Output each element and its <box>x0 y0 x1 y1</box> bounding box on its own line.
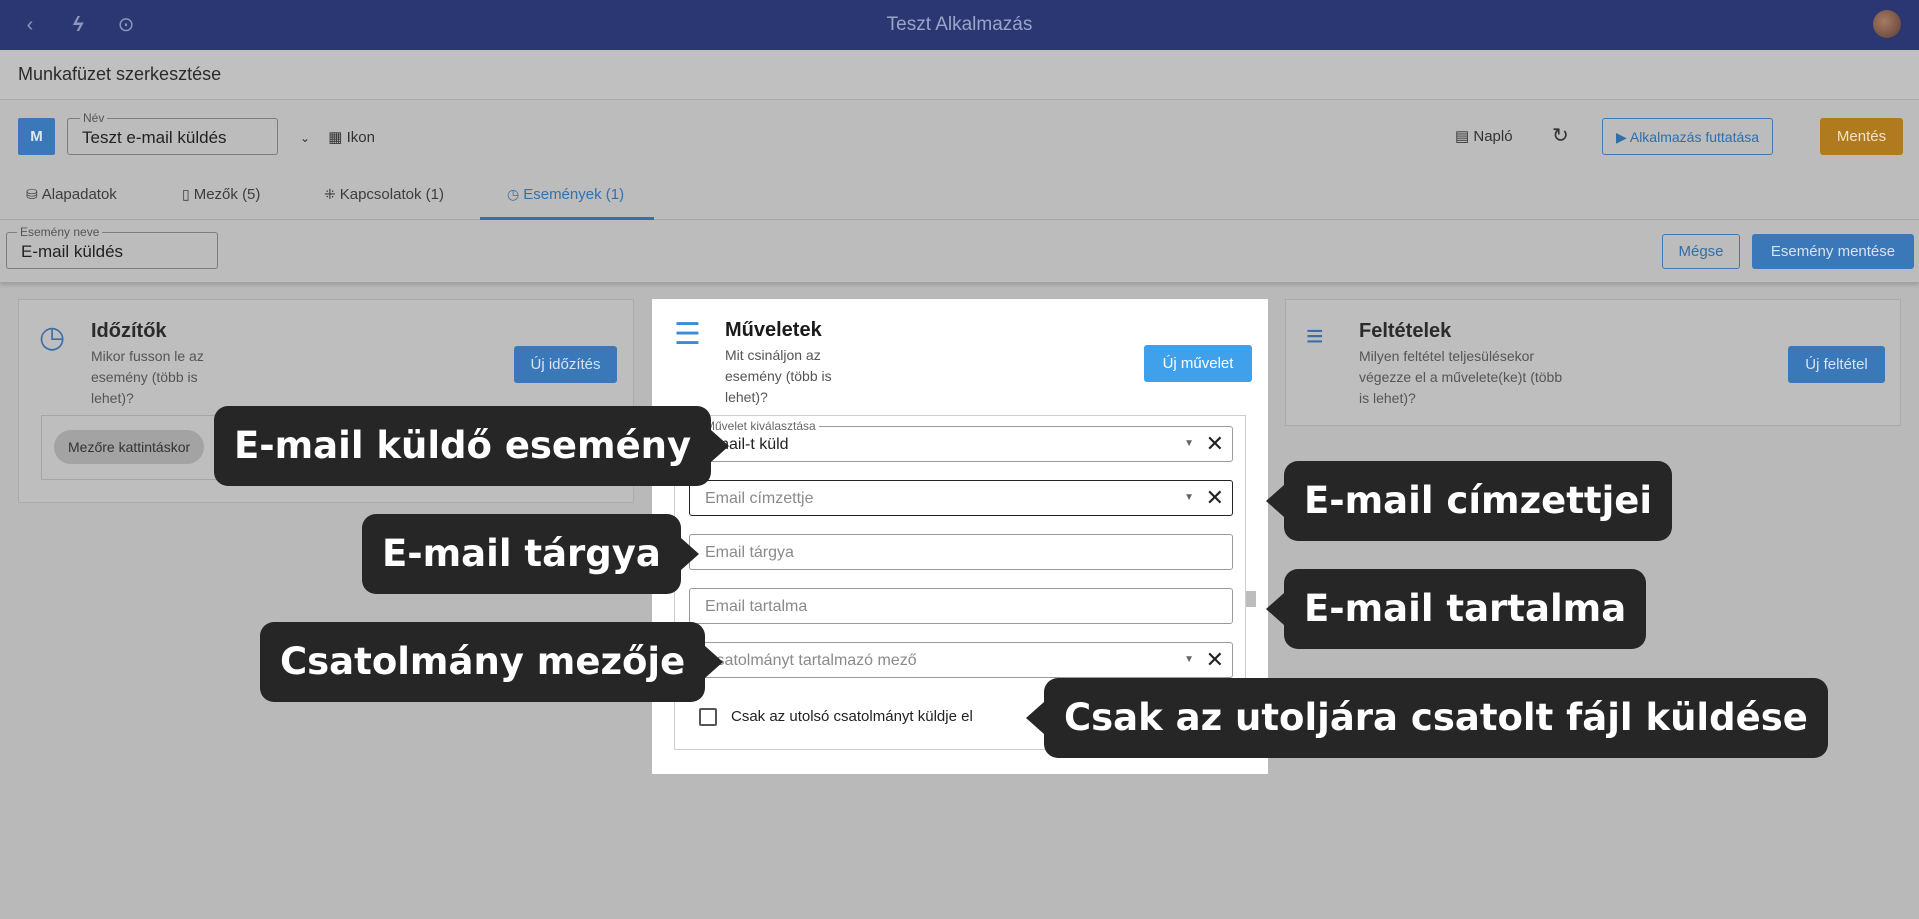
caret-down-icon[interactable]: ▼ <box>1184 438 1194 449</box>
list-icon: ☰ <box>674 318 701 351</box>
top-bar: ‹ ϟ ⊙ Teszt Alkalmazás <box>0 0 1919 50</box>
timer-chip[interactable]: Mezőre kattintáskor <box>54 430 205 464</box>
action-select[interactable]: Művelet kiválasztása Email-t küld ▼ ✕ <box>689 419 1233 462</box>
avatar[interactable] <box>1873 10 1901 38</box>
log-label: Napló <box>1473 128 1513 145</box>
recipient-select[interactable]: Email címzettje ▼ ✕ <box>689 480 1233 516</box>
last-attachment-label: Csak az utolsó csatolmányt küldje el <box>731 708 973 725</box>
tab-basics[interactable]: ⛁ Alapadatok <box>26 186 117 203</box>
subject-placeholder: Email tárgya <box>705 544 794 561</box>
content-input[interactable]: Email tartalma <box>689 588 1233 624</box>
timers-title: Időzítők <box>91 320 167 342</box>
relations-icon: ⁜ <box>324 186 336 202</box>
grid-icon: ▦ <box>328 129 343 146</box>
tab-label: Alapadatok <box>41 186 117 203</box>
icon-selector-label: Ikon <box>346 129 375 146</box>
attachment-select[interactable]: Csatolmányt tartalmazó mező ▼ ✕ <box>689 642 1233 678</box>
event-name-label: Esemény neve <box>17 225 103 239</box>
event-bar: Esemény neve E-mail küldés Mégse Esemény… <box>0 220 1919 282</box>
conditions-panel: ≡ Feltételek Milyen feltétel teljesülése… <box>1285 299 1901 426</box>
run-app-label: Alkalmazás futtatása <box>1629 129 1760 145</box>
filter-check-icon: ≡ <box>1306 320 1324 353</box>
timers-desc: Mikor fusson le az esemény (több is lehe… <box>91 348 204 406</box>
callout-attachment: Csatolmány mezője <box>260 622 724 702</box>
tab-bar: ⛁ Alapadatok ▯ Mezők (5) ⁜ Kapcsolatok (1) … <box>0 172 1919 220</box>
chevron-down-icon[interactable]: ⌄ <box>300 131 310 145</box>
app-badge[interactable]: M <box>18 118 55 155</box>
close-icon[interactable]: ✕ <box>1206 647 1224 673</box>
close-icon[interactable]: ✕ <box>1206 431 1224 457</box>
callout-subject: E-mail tárgya <box>362 514 699 594</box>
events-icon: ◷ <box>507 186 520 202</box>
callout-last-file: Csak az utoljára csatolt fájl küldése <box>1026 678 1828 758</box>
name-field-label: Név <box>80 111 108 125</box>
tab-fields[interactable]: ▯ Mezők (5) <box>182 186 260 203</box>
conditions-title: Feltételek <box>1359 320 1452 342</box>
callout-email-event: E-mail küldő esemény <box>214 406 730 486</box>
tab-events[interactable]: ◷ Események (1) <box>507 186 624 203</box>
name-field-value[interactable]: Teszt e-mail küldés <box>82 128 227 148</box>
recipient-placeholder: Email címzettje <box>705 490 814 507</box>
callout-recipients: E-mail címzettjei <box>1265 461 1673 541</box>
app-title: Teszt Alkalmazás <box>886 14 1033 35</box>
tab-label: Mezők (5) <box>193 186 261 203</box>
subject-input[interactable]: Email tárgya <box>689 534 1233 570</box>
cancel-button[interactable]: Mégse <box>1662 234 1740 269</box>
clock-icon: ◷ <box>39 321 66 354</box>
callout-content: E-mail tartalma <box>1265 569 1647 649</box>
page-title: Munkafüzet szerkesztése <box>18 64 222 84</box>
conditions-desc: Milyen feltétel teljesülésekor végezze e… <box>1359 348 1563 406</box>
clipboard-icon: ▤ <box>1455 128 1470 145</box>
icon-selector[interactable]: ⌄ ▦ Ikon <box>300 128 375 146</box>
new-condition-button[interactable]: Új feltétel <box>1788 346 1885 383</box>
attachment-placeholder: Csatolmányt tartalmazó mező <box>705 652 917 669</box>
last-attachment-checkbox[interactable] <box>699 708 717 726</box>
actions-desc: Mit csináljon az esemény (több is lehet)… <box>725 347 832 405</box>
page-header: Munkafüzet szerkesztése <box>0 50 1919 100</box>
database-icon: ⛁ <box>26 186 38 202</box>
actions-title: Műveletek <box>725 319 822 341</box>
save-event-button[interactable]: Esemény mentése <box>1752 234 1914 269</box>
close-icon[interactable]: ✕ <box>1206 485 1224 511</box>
fields-icon: ▯ <box>182 186 190 202</box>
refresh-icon[interactable]: ↻ <box>1552 118 1569 155</box>
event-name-value[interactable]: E-mail küldés <box>21 242 123 262</box>
scrollbar-handle[interactable] <box>1246 591 1256 607</box>
new-timer-button[interactable]: Új időzítés <box>514 346 617 383</box>
save-button[interactable]: Mentés <box>1820 118 1903 155</box>
caret-down-icon[interactable]: ▼ <box>1184 492 1194 503</box>
tab-label: Kapcsolatok (1) <box>339 186 444 203</box>
play-icon: ▶ <box>1615 129 1627 145</box>
log-button[interactable]: ▤ Napló <box>1455 118 1513 155</box>
name-field[interactable]: Név Teszt e-mail küldés <box>67 111 278 155</box>
new-action-button[interactable]: Új művelet <box>1144 345 1252 382</box>
caret-down-icon[interactable]: ▼ <box>1184 654 1194 665</box>
event-name-field[interactable]: Esemény neve E-mail küldés <box>6 225 218 269</box>
run-app-button[interactable]: ▶ Alkalmazás futtatása <box>1602 118 1773 155</box>
tab-label: Események (1) <box>523 186 625 203</box>
tab-relations[interactable]: ⁜ Kapcsolatok (1) <box>324 186 444 203</box>
toolbar: M Név Teszt e-mail küldés ⌄ ▦ Ikon ▤ Nap… <box>0 100 1919 172</box>
content-placeholder: Email tartalma <box>705 598 808 615</box>
